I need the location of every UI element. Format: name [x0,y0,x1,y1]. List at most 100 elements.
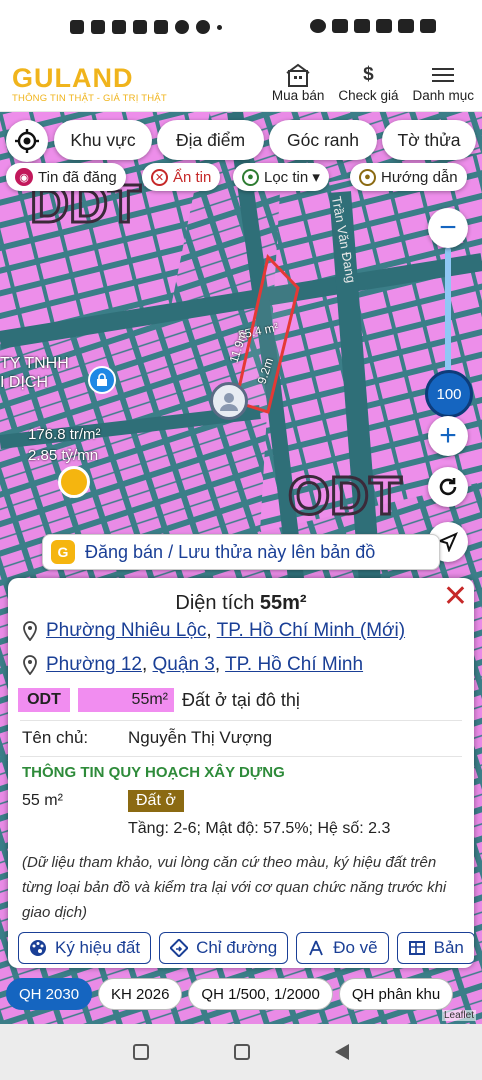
price-marker[interactable] [58,466,90,498]
district-link[interactable]: Quận 3 [153,654,215,675]
button-label: Tin đã đăng [38,168,117,186]
planning-detail: Tầng: 2-6; Mật độ: 57.5%; Hệ số: 2.3 [128,820,391,837]
ward-link[interactable]: Phường Nhiêu Lộc [46,620,206,641]
filter-dia-diem-button[interactable]: Địa điểm [157,120,264,160]
location-pin-icon: ● [242,168,259,186]
price-per-m2: 176.8 tr/m² [28,426,101,443]
owner-row: Tên chủ: Nguyễn Thị Vượng [22,728,272,748]
building-icon [285,62,311,88]
panel-title: Diện tích 55m² [8,592,474,615]
button-label: Đo vẽ [333,938,378,957]
price-total: 2.85 tỷ/mn [28,447,99,464]
posted-listings-button[interactable]: ◉ Tin đã đăng [6,163,126,191]
play-circle-icon: ● [359,168,376,186]
divider [20,756,462,757]
logo-text: GULAND [12,63,134,93]
ward-link[interactable]: Phường 12 [46,654,142,675]
app-notification-icon [91,20,105,34]
address-old: Phường 12, Quận 3, TP. Hồ Chí Minh [22,654,363,676]
land-symbols-button[interactable]: Ký hiệu đất [18,932,152,964]
price-label: 176.8 tr/m² 2.85 tỷ/mn [28,424,101,466]
layer-qh-2030[interactable]: QH 2030 [6,978,93,1010]
nav-danh-muc[interactable]: Danh mục [412,62,474,103]
guide-button[interactable]: ● Hướng dẫn [350,163,467,191]
nav-label: Check giá [338,88,399,103]
map-layer-chips: QH 2030 KH 2026 QH 1/500, 1/2000 QH phân… [6,978,482,1010]
button-label: Ký hiệu đất [55,938,141,957]
refresh-icon [439,478,457,496]
locate-button[interactable] [6,120,48,162]
wifi-icon [376,19,392,33]
filter-to-thua-button[interactable]: Tờ thửa [382,120,476,160]
hide-listings-button[interactable]: ✕ Ẩn tin [142,163,221,191]
map-table-button[interactable]: Bản [396,932,474,964]
guland-logo[interactable]: GULAND THÔNG TIN THẬT - GIÁ TRỊ THẬT [12,64,167,104]
directions-icon [170,939,189,957]
header-nav: Mua bán $ Check giá Danh mục [272,62,474,103]
nav-label: Mua bán [271,88,325,103]
app-header: GULAND THÔNG TIN THẬT - GIÁ TRỊ THẬT Mua… [0,58,482,112]
banner-text: Đăng bán / Lưu thửa này lên bản đồ [85,541,376,562]
post-listing-banner[interactable]: G Đăng bán / Lưu thửa này lên bản đồ [42,534,440,570]
city-link[interactable]: TP. Hồ Chí Minh [225,654,363,675]
table-icon [408,941,425,955]
planning-section-title: THÔNG TIN QUY HOẠCH XÂY DỰNG [22,764,285,781]
button-label: Ẩn tin [173,168,212,186]
close-circle-icon: ✕ [151,168,168,186]
land-code-badge: ODT [18,688,70,712]
button-label: Bản [433,938,464,957]
layer-qh-phan-khu[interactable]: QH phân khu [338,978,454,1010]
planning-zone-badge: Đất ở [128,790,184,812]
lock-marker-icon[interactable] [88,366,116,394]
layer-qh-1-500[interactable]: QH 1/500, 1/2000 [188,978,333,1010]
guland-g-icon: G [51,540,75,564]
filter-khu-vuc-button[interactable]: Khu vực [54,120,152,160]
person-icon [220,393,238,411]
signal-icon [398,19,414,33]
logo-tagline: THÔNG TIN THẬT - GIÁ TRỊ THẬT [12,93,167,104]
crosshair-icon [15,129,39,153]
home-button[interactable] [233,1044,250,1060]
address-new: Phường Nhiêu Lộc, TP. Hồ Chí Minh (Mới) [22,620,405,642]
owner-label: Tên chủ: [22,728,89,747]
back-button[interactable] [335,1044,350,1060]
disclaimer-note: (Dữ liệu tham khảo, vui lòng căn cứ theo… [22,854,447,921]
zoom-level-indicator[interactable]: 100 [425,370,473,418]
parcel-info-panel: Diện tích 55m² ✕ Phường Nhiêu Lộc, TP. H… [8,578,474,968]
mail-icon [154,20,168,34]
leaflet-attribution[interactable]: Leaflet [441,1010,476,1021]
bluetooth-icon [354,19,370,33]
palette-icon: ◉ [15,168,33,186]
button-label: Hướng dẫn [381,168,458,186]
messenger-icon [175,20,189,34]
filter-listings-button[interactable]: ● Lọc tin ▾ [233,163,329,191]
city-link[interactable]: TP. Hồ Chí Minh (Mới) [217,620,405,641]
p-icon [196,20,210,34]
mute-icon [332,19,348,33]
status-bar [0,0,482,58]
directions-button[interactable]: Chỉ đường [159,932,289,964]
zoom-in-button[interactable]: + [428,416,468,456]
refresh-button[interactable] [428,467,468,507]
alarm-icon [310,19,326,33]
nav-mua-ban[interactable]: Mua bán [271,62,325,103]
user-avatar-marker[interactable] [210,382,248,420]
layer-kh-2026[interactable]: KH 2026 [98,978,183,1010]
button-label: Chỉ đường [196,938,278,957]
land-area-badge: 55m² [78,688,174,712]
close-panel-button[interactable]: ✕ [443,582,468,612]
title-value: 55m² [259,592,307,614]
zalo-icon [133,20,147,34]
map-pin-icon [23,655,37,675]
dollar-icon: $ [363,64,374,85]
more-dot-icon [217,24,222,30]
company-label: TY TNHH I DỊCH [0,355,69,391]
owner-name: Nguyễn Thị Vượng [128,728,273,747]
nav-check-gia[interactable]: $ Check giá [338,62,398,103]
nav-label: Danh mục [412,88,474,103]
filter-goc-ranh-button[interactable]: Góc ranh [269,120,377,160]
battery-icon [420,19,436,33]
recent-apps-button[interactable] [132,1044,149,1060]
measure-button[interactable]: Đo vẽ [296,932,389,964]
zoom-out-button[interactable]: − [428,208,468,248]
